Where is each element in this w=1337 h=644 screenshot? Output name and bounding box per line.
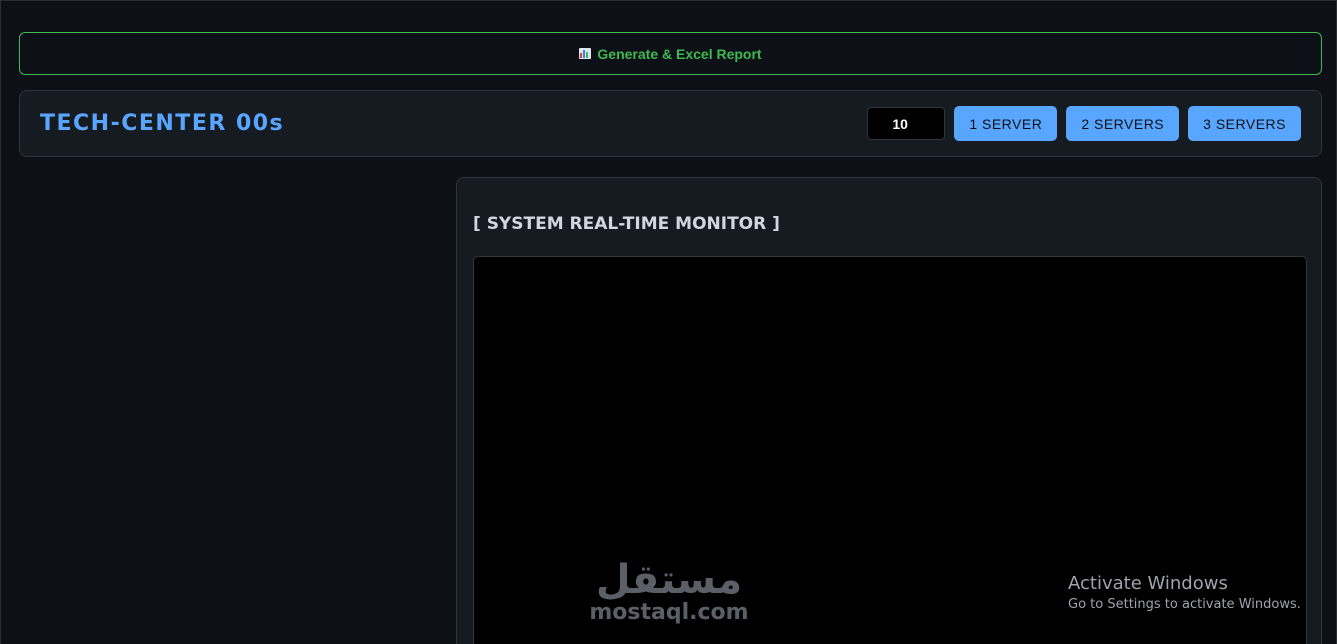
watermark-arabic: مستقل <box>595 557 743 603</box>
count-input[interactable] <box>867 107 946 140</box>
generate-excel-report-button[interactable]: Generate & Excel Report <box>19 32 1322 75</box>
report-button-label: Generate & Excel Report <box>597 45 762 62</box>
activate-windows-notice: Activate Windows Go to Settings to activ… <box>1068 573 1301 615</box>
bar-chart-icon <box>579 48 592 59</box>
monitor-title: [ SYSTEM REAL-TIME MONITOR ] <box>473 214 780 234</box>
watermark-latin: mostaql.com <box>589 600 749 625</box>
activate-subtitle: Go to Settings to activate Windows. <box>1068 597 1301 612</box>
two-servers-button[interactable]: 2 SERVERS <box>1066 106 1180 141</box>
app-header: TECH-CENTER 00s 1 SERVER 2 SERVERS 3 SER… <box>19 90 1322 157</box>
activate-title: Activate Windows <box>1068 573 1228 594</box>
brand-title: TECH-CENTER 00s <box>40 111 285 136</box>
server-controls: 1 SERVER 2 SERVERS 3 SERVERS <box>867 106 1301 141</box>
one-server-button[interactable]: 1 SERVER <box>954 106 1058 141</box>
three-servers-button[interactable]: 3 SERVERS <box>1188 106 1301 141</box>
mostaql-watermark: مستقل mostaql.com <box>587 559 751 625</box>
